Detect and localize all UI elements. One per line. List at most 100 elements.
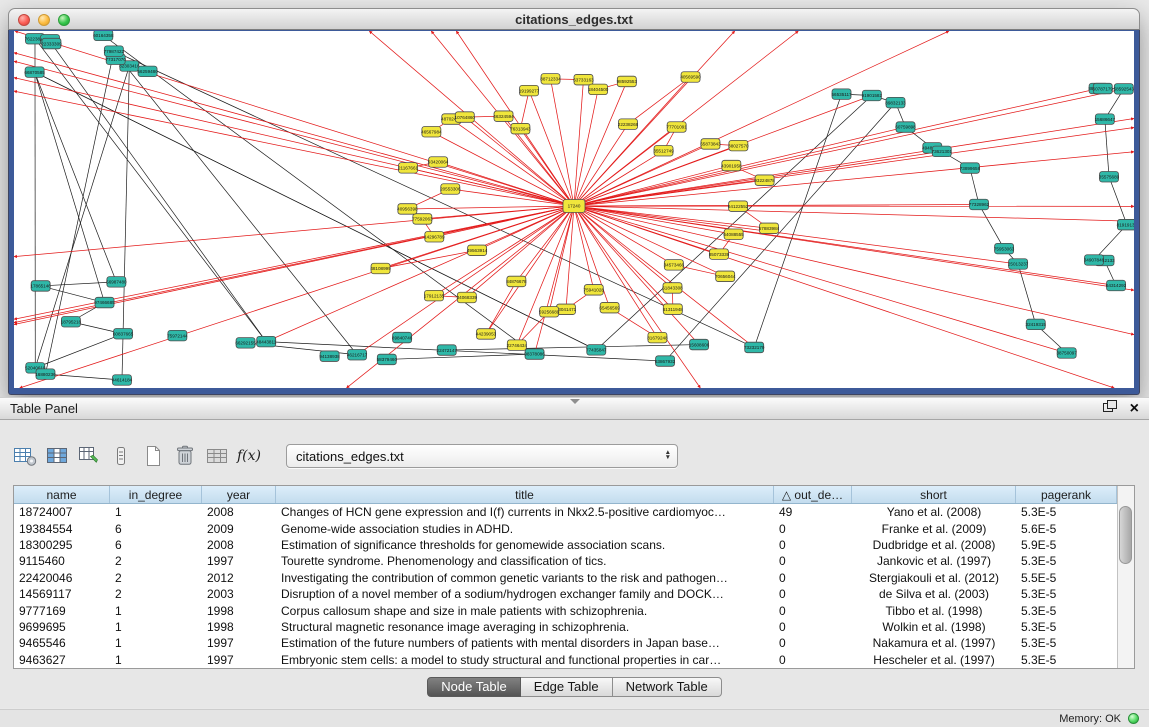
vertical-scrollbar[interactable] [1117, 486, 1134, 668]
graph-node[interactable]: 22746434 [507, 340, 528, 351]
table-row[interactable]: 1938455462009Genome-wide association stu… [14, 520, 1117, 536]
new-file-button[interactable] [140, 442, 166, 470]
graph-node[interactable]: 60164358 [93, 31, 114, 41]
splitter-grip-icon[interactable] [570, 399, 580, 404]
graph-node[interactable]: 75972144 [167, 330, 188, 341]
graph-node[interactable]: 18404500 [588, 84, 609, 95]
graph-node[interactable]: 22333309 [41, 38, 62, 48]
graph-node[interactable]: 77328962 [969, 199, 990, 210]
graph-node[interactable]: 66870585 [24, 67, 45, 78]
graph-node[interactable]: 60787179 [1093, 83, 1114, 94]
float-panel-icon[interactable] [1102, 399, 1118, 419]
graph-node[interactable]: 88712334 [540, 74, 561, 85]
graph-node[interactable]: 38750097 [1056, 348, 1077, 359]
graph-node[interactable]: 64314292 [1106, 280, 1127, 291]
graph-node[interactable]: 21167661 [398, 163, 419, 174]
graph-node[interactable]: 70656044 [715, 271, 736, 282]
graph-node[interactable]: 77987422 [104, 46, 125, 57]
column-header-1[interactable]: in_degree [110, 486, 202, 503]
graph-node[interactable]: 81919139 [1117, 219, 1134, 230]
graph-node[interactable]: 46324594 [493, 111, 514, 122]
graph-node[interactable]: 19199277 [519, 85, 540, 96]
graph-node[interactable]: 35512749 [653, 146, 674, 157]
graph-node[interactable]: 22472147 [437, 345, 458, 356]
graph-node[interactable]: 10764860 [455, 112, 476, 123]
function-builder-button[interactable]: f(x) [236, 442, 262, 470]
graph-node[interactable]: 34907846 [1084, 255, 1105, 266]
graph-node[interactable]: 77701091 [666, 122, 687, 132]
graph-node[interactable]: 65456569 [599, 302, 620, 313]
graph-node[interactable]: 97466685 [94, 297, 115, 308]
graph-node[interactable]: 77592063 [412, 214, 433, 225]
table-row[interactable]: 1830029562008Estimation of significance … [14, 537, 1117, 553]
column-header-6[interactable]: pagerank [1016, 486, 1117, 503]
graph-node[interactable]: 48108999 [370, 263, 391, 274]
show-columns-button[interactable] [44, 442, 70, 470]
graph-node[interactable]: 57883984 [759, 223, 780, 234]
graph-node[interactable]: 18795218 [61, 316, 82, 327]
table-row[interactable]: 946554611997Estimation of the future num… [14, 635, 1117, 651]
column-header-5[interactable]: short [852, 486, 1016, 503]
tab-network-table[interactable]: Network Table [613, 677, 722, 697]
graph-node[interactable]: 25013237 [1008, 259, 1029, 270]
graph-node[interactable]: 40569590 [680, 72, 701, 83]
table-mode-button[interactable] [12, 442, 38, 470]
table-row[interactable]: 2242004622012Investigating the contribut… [14, 570, 1117, 586]
graph-node[interactable]: 40956398 [397, 204, 418, 215]
graph-node[interactable]: 64122552 [728, 201, 749, 212]
graph-node[interactable]: 93224878 [754, 175, 775, 186]
graph-node[interactable]: 75953063 [994, 243, 1015, 254]
graph-node[interactable]: 17865146 [30, 281, 51, 292]
select-rows-button[interactable] [108, 442, 134, 470]
table-row[interactable]: 977716911998Corpus callosum shape and si… [14, 602, 1117, 618]
graph-node[interactable]: 58592543 [1114, 84, 1134, 95]
graph-node[interactable]: 73899658 [960, 163, 981, 174]
graph-node[interactable]: 58379460 [377, 354, 398, 365]
graph-node[interactable]: 89840746 [392, 332, 413, 343]
graph-node[interactable]: 43901958 [721, 160, 742, 171]
table-row[interactable]: 1456911722003Disruption of a novel membe… [14, 586, 1117, 602]
graph-node[interactable]: 84876678 [506, 276, 527, 287]
table-selector[interactable]: citations_edges.txt ▲▼ [286, 444, 678, 468]
graph-node[interactable]: 17240 [563, 200, 585, 213]
graph-node[interactable]: 76313943 [510, 123, 531, 134]
column-header-4[interactable]: △ out_de… [774, 486, 852, 503]
graph-node[interactable]: 46567984 [421, 127, 442, 138]
graph-node[interactable]: 73621301 [932, 146, 953, 157]
graph-node[interactable]: 89832133 [885, 97, 906, 108]
graph-node[interactable]: 63733163 [573, 74, 594, 85]
table-panel-header[interactable]: Table Panel × [0, 397, 1149, 420]
graph-node[interactable]: 81679248 [647, 332, 668, 343]
table-row[interactable]: 1872400712008Changes of HCN gene express… [14, 504, 1117, 520]
graph-node[interactable]: 85073339 [709, 249, 730, 259]
graph-node[interactable]: 64088555 [723, 229, 744, 240]
graph-node[interactable]: 94138938 [319, 351, 340, 362]
tab-node-table[interactable]: Node Table [427, 677, 521, 697]
graph-node[interactable]: 91901582 [862, 90, 883, 101]
graph-node[interactable]: 77435847 [586, 345, 607, 356]
column-header-3[interactable]: title [276, 486, 774, 503]
delete-table-button[interactable] [172, 442, 198, 470]
graph-node[interactable]: 56259480 [137, 66, 158, 77]
graph-node[interactable]: 38027570 [728, 140, 749, 151]
graph-node[interactable]: 34573466 [664, 260, 685, 271]
column-header-2[interactable]: year [202, 486, 276, 503]
graph-node[interactable]: 44614184 [112, 375, 133, 386]
scrollbar-thumb[interactable] [1119, 506, 1132, 564]
import-table-button[interactable] [204, 442, 230, 470]
graph-node[interactable]: 20553306 [440, 184, 461, 195]
graph-node[interactable]: 61843308 [662, 283, 683, 294]
graph-node[interactable]: 56987480 [106, 277, 127, 288]
graph-node[interactable]: 73232179 [744, 342, 765, 353]
graph-node[interactable]: 56535117 [831, 89, 852, 100]
minimize-button[interactable] [38, 14, 50, 26]
graph-node[interactable]: 60759898 [895, 122, 916, 132]
graph-node[interactable]: 15608606 [689, 339, 710, 350]
zoom-button[interactable] [58, 14, 70, 26]
graph-node[interactable]: 63867932 [655, 356, 676, 367]
graph-node[interactable]: 35575689 [1099, 172, 1120, 183]
close-panel-icon[interactable]: × [1130, 401, 1139, 417]
graph-node[interactable]: 93420064 [428, 157, 449, 168]
graph-node[interactable]: 65873843 [700, 139, 721, 150]
network-graph-canvas[interactable]: 64122552 57883984 64088555 85073339 70656044… [14, 31, 1134, 388]
